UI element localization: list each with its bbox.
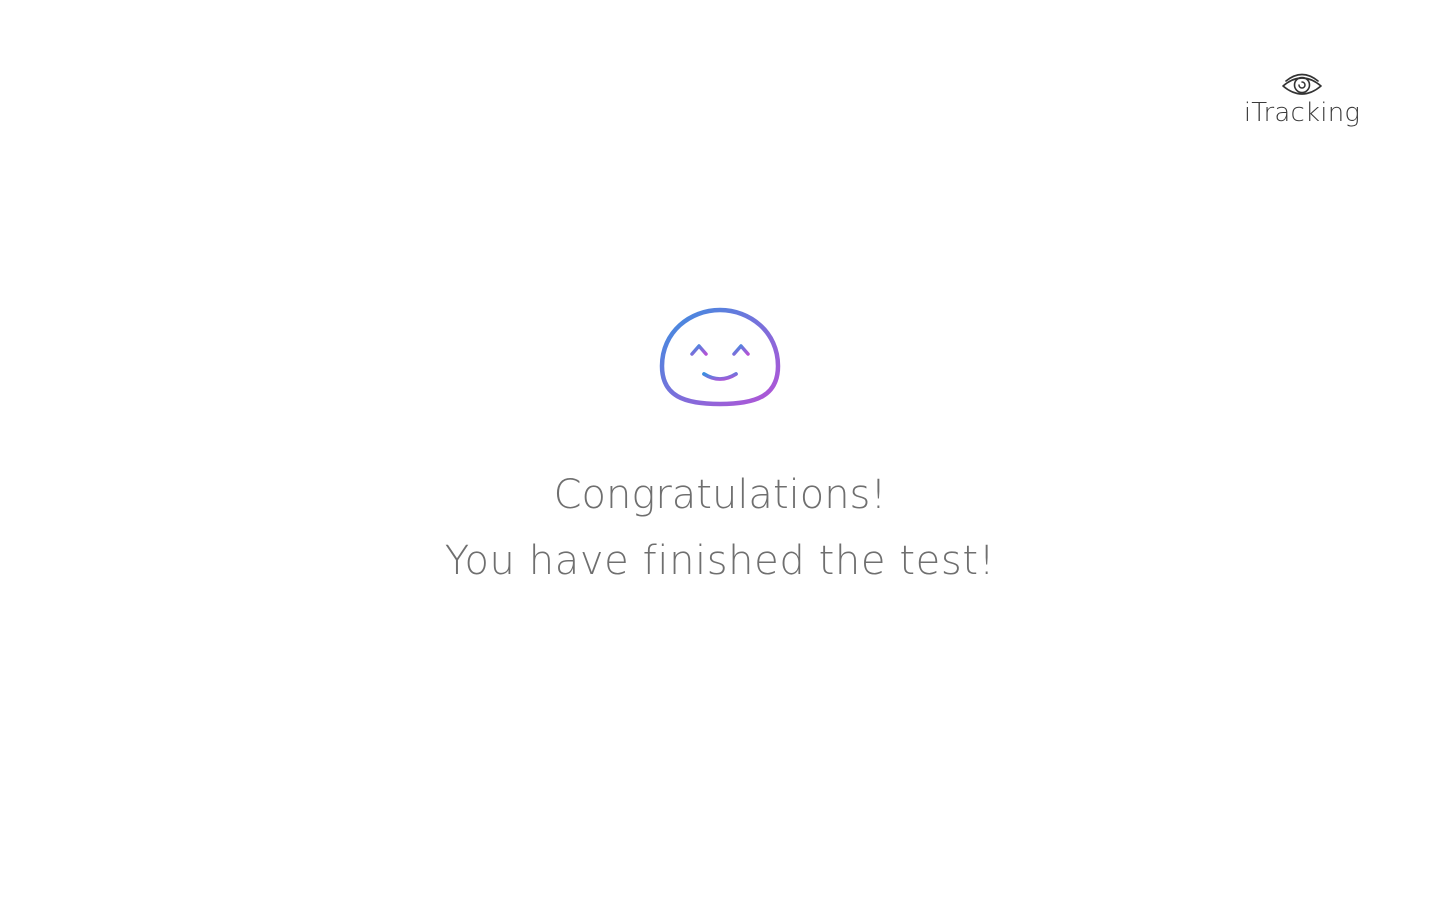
- brand-name: iTracking: [1243, 98, 1361, 128]
- congratulations-title: Congratulations!: [553, 472, 887, 518]
- completion-message: You have finished the test!: [444, 538, 996, 584]
- brand-logo: iTracking: [1240, 68, 1364, 128]
- eye-icon: [1282, 73, 1322, 95]
- smiley-face-icon: [656, 304, 784, 412]
- completion-page: iTracking Congratulations! You have fini…: [0, 0, 1440, 906]
